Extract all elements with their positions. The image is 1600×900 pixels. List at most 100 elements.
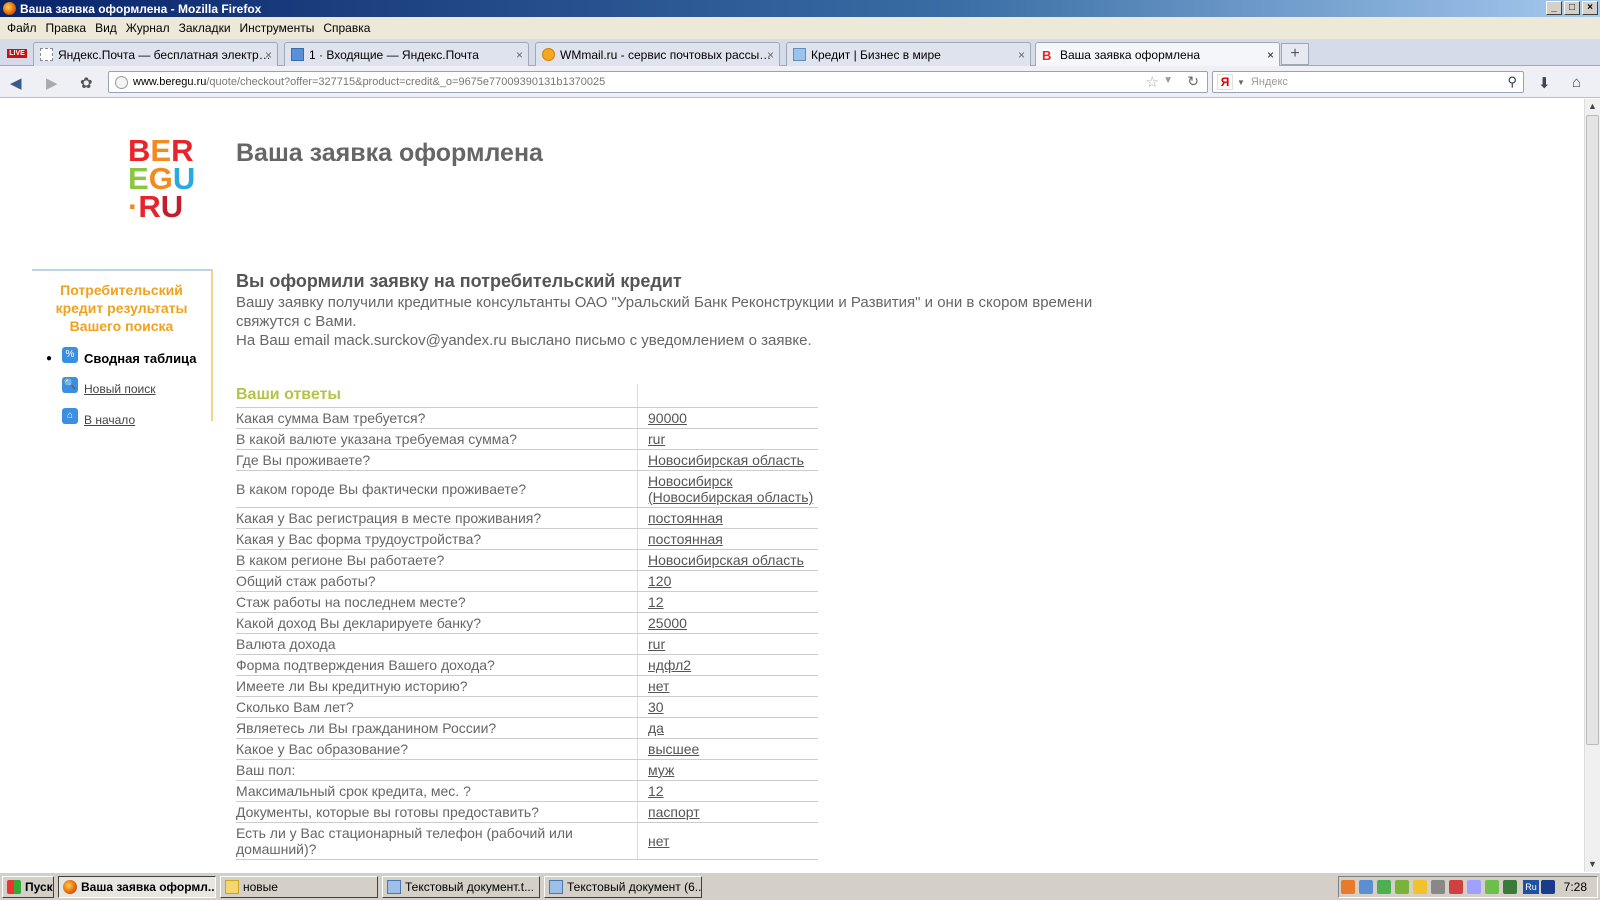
answer-link[interactable]: постоянная	[638, 508, 723, 528]
menu-file[interactable]: Файл	[7, 21, 37, 35]
menu-bar: Файл Правка Вид Журнал Закладки Инструме…	[0, 17, 1600, 39]
tray-antivirus-icon[interactable]	[1449, 880, 1463, 894]
search-engine-dropdown-icon[interactable]: ▼	[1237, 78, 1245, 87]
menu-help[interactable]: Справка	[323, 21, 370, 35]
url-dropdown-icon[interactable]: ▼	[1163, 75, 1173, 86]
forward-arrow-icon[interactable]: ▶	[46, 74, 58, 92]
close-window-button[interactable]: ×	[1582, 1, 1598, 15]
scroll-up-arrow-icon[interactable]: ▲	[1588, 101, 1597, 111]
scrollbar-thumb[interactable]	[1586, 115, 1599, 745]
yandex-search-icon[interactable]: Я	[1217, 74, 1233, 90]
answer-link[interactable]: 120	[638, 571, 671, 591]
bookmark-star-icon[interactable]: ☆	[1146, 73, 1159, 91]
download-arrow-icon[interactable]: ⬇	[1538, 74, 1551, 92]
tray-settings-icon[interactable]	[1431, 880, 1445, 894]
tray-nvidia-icon[interactable]	[1485, 880, 1499, 894]
answer-link[interactable]: 30	[638, 697, 664, 717]
sidebar-item-home[interactable]: ⌂ В начало	[46, 408, 135, 427]
answers-table: Ваши ответы Какая сумма Вам требуется? 90…	[236, 384, 818, 860]
answer-link[interactable]: rur	[638, 429, 665, 449]
live-pinned-tab[interactable]: LIVE	[4, 45, 30, 61]
task-label: Текстовый документ (6...	[567, 880, 702, 894]
tray-volume-icon[interactable]	[1467, 880, 1481, 894]
answer-link[interactable]: 12	[638, 781, 664, 801]
answer-link[interactable]: паспорт	[638, 802, 700, 822]
menu-view[interactable]: Вид	[95, 21, 117, 35]
close-tab-icon[interactable]: ×	[516, 48, 523, 62]
scroll-down-arrow-icon[interactable]: ▼	[1588, 859, 1597, 869]
answer-link[interactable]: Новосибирск (Новосибирская область)	[638, 471, 818, 507]
answer-link[interactable]: высшее	[638, 739, 699, 759]
search-icon: 🔍	[62, 377, 78, 393]
back-arrow-icon[interactable]: ◀	[10, 74, 22, 92]
start-button[interactable]: Пуск	[2, 876, 54, 898]
answer-link[interactable]: Новосибирская область	[638, 550, 804, 570]
url-host: www.beregu.ru	[133, 76, 207, 88]
close-tab-icon[interactable]: ×	[1018, 48, 1025, 62]
tray-status-icon[interactable]	[1503, 880, 1517, 894]
table-row: Какая у Вас регистрация в месте проживан…	[236, 508, 818, 529]
url-bar[interactable]: www.beregu.ru/quote/checkout?offer=32771…	[108, 71, 1208, 93]
new-tab-button[interactable]: +	[1281, 43, 1309, 65]
tray-network-icon[interactable]	[1359, 880, 1373, 894]
addon-icon[interactable]: ✿	[80, 74, 93, 92]
home-icon: ⌂	[62, 408, 78, 424]
menu-edit[interactable]: Правка	[46, 21, 87, 35]
home-link[interactable]: В начало	[84, 413, 135, 427]
table-row: Какая сумма Вам требуется? 90000	[236, 408, 818, 429]
firefox-icon	[3, 2, 16, 15]
menu-history[interactable]: Журнал	[126, 21, 170, 35]
answer-link[interactable]: ндфл2	[638, 655, 691, 675]
tab-inbox[interactable]: 1 · Входящие — Яндекс.Почта ×	[284, 42, 529, 66]
tab-credit-business[interactable]: Кредит | Бизнес в мире ×	[786, 42, 1031, 66]
tray-security-icon[interactable]	[1377, 880, 1391, 894]
close-tab-icon[interactable]: ×	[1267, 48, 1274, 62]
task-folder[interactable]: новые	[220, 876, 378, 898]
answer-link[interactable]: 12	[638, 592, 664, 612]
table-row: Какое у Вас образование? высшее	[236, 739, 818, 760]
tray-app-icon[interactable]	[1341, 880, 1355, 894]
reload-icon[interactable]: ↻	[1187, 73, 1199, 90]
tab-order-placed[interactable]: B Ваша заявка оформлена ×	[1035, 42, 1280, 67]
task-text-document-2[interactable]: Текстовый документ (6...	[544, 876, 702, 898]
answer-link[interactable]: Новосибирская область	[638, 450, 804, 470]
menu-bookmarks[interactable]: Закладки	[179, 21, 231, 35]
globe-icon	[115, 76, 128, 89]
home-icon[interactable]: ⌂	[1572, 74, 1581, 91]
system-tray: Ru 7:28	[1338, 876, 1598, 898]
answer-link[interactable]: 90000	[638, 408, 687, 428]
search-bar[interactable]: Я ▼ Яндекс ⚲	[1212, 71, 1524, 93]
language-indicator[interactable]: Ru	[1523, 880, 1539, 894]
minimize-button[interactable]: _	[1546, 1, 1562, 15]
menu-tools[interactable]: Инструменты	[240, 21, 315, 35]
table-row: Ваш пол: муж	[236, 760, 818, 781]
maximize-button[interactable]: □	[1564, 1, 1580, 15]
answer-link[interactable]: постоянная	[638, 529, 723, 549]
tab-yandex-mail[interactable]: Яндекс.Почта — бесплатная электрон... ×	[33, 42, 278, 66]
page-content: BER EGU ·RU Ваша заявка оформлена Потребит…	[0, 99, 1584, 872]
search-input[interactable]: Яндекс	[1251, 76, 1288, 88]
vertical-scrollbar[interactable]: ▲ ▼	[1584, 99, 1600, 872]
answer-link[interactable]: нет	[638, 823, 669, 859]
task-text-document-1[interactable]: Текстовый документ.t...	[382, 876, 540, 898]
answer-link[interactable]: муж	[638, 760, 674, 780]
tray-messenger-icon[interactable]	[1413, 880, 1427, 894]
bullet-icon: ●	[46, 353, 53, 364]
answer-link[interactable]: нет	[638, 676, 669, 696]
clock: 7:28	[1563, 880, 1587, 894]
sidebar-item-new-search[interactable]: 🔍 Новый поиск	[46, 377, 156, 396]
tab-bar: LIVE Яндекс.Почта — бесплатная электрон.…	[0, 39, 1600, 67]
close-tab-icon[interactable]: ×	[767, 48, 774, 62]
answer-link[interactable]: да	[638, 718, 664, 738]
tab-wmmail[interactable]: WMmail.ru - сервис почтовых рассылок... …	[535, 42, 780, 66]
search-magnifier-icon[interactable]: ⚲	[1507, 74, 1517, 90]
beregu-logo[interactable]: BER EGU ·RU	[128, 135, 195, 222]
close-tab-icon[interactable]: ×	[265, 48, 272, 62]
page-title: Ваша заявка оформлена	[236, 139, 543, 167]
task-firefox[interactable]: Ваша заявка оформл...	[58, 876, 216, 898]
tray-media-icon[interactable]	[1541, 880, 1555, 894]
new-search-link[interactable]: Новый поиск	[84, 382, 156, 396]
answer-link[interactable]: 25000	[638, 613, 687, 633]
answer-link[interactable]: rur	[638, 634, 665, 654]
tray-update-icon[interactable]	[1395, 880, 1409, 894]
